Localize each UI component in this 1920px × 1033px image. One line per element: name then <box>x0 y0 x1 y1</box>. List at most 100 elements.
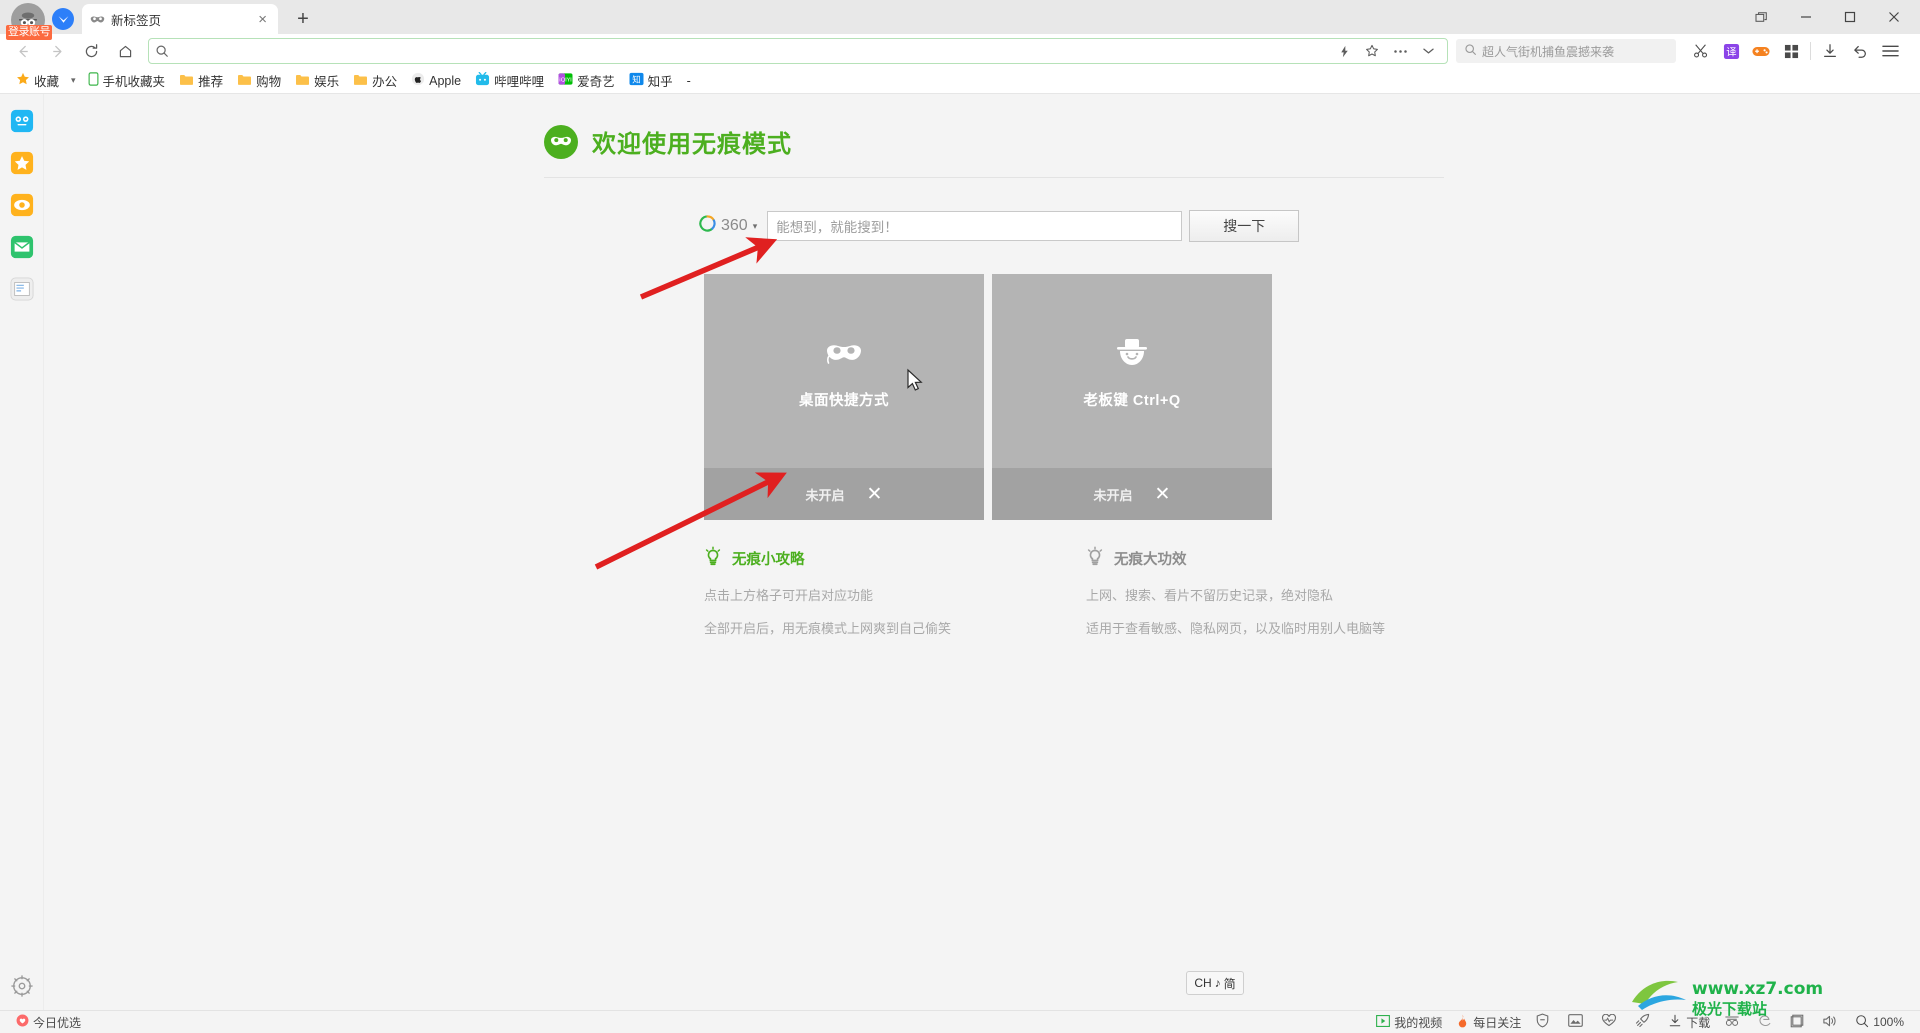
left-sidebar <box>0 94 44 1025</box>
bookmark-item-office[interactable]: 办公 <box>347 69 403 92</box>
status-incognito[interactable] <box>1718 1015 1750 1030</box>
close-icon[interactable]: ✕ <box>1155 483 1171 506</box>
new-tab-button[interactable]: + <box>290 7 316 31</box>
ime-note-icon: ♪ <box>1214 976 1221 990</box>
status-bar: 今日优选 我的视频 每日关注 下载 100% <box>0 1010 1920 1033</box>
status-daily-follow[interactable]: 每日关注 <box>1450 1014 1527 1031</box>
folder-icon <box>237 73 252 89</box>
menu-icon[interactable] <box>1875 38 1905 64</box>
bookmark-label: Apple <box>429 73 462 88</box>
bilibili-icon <box>475 71 490 89</box>
bookmark-label: 购物 <box>256 75 282 89</box>
download-icon[interactable] <box>1815 38 1845 64</box>
sidebar-item-settings[interactable] <box>7 971 37 1001</box>
status-label: 每日关注 <box>1473 1015 1522 1030</box>
game-icon[interactable] <box>1746 38 1776 64</box>
status-today-picks[interactable]: 今日优选 <box>10 1014 87 1031</box>
close-icon[interactable]: ✕ <box>867 483 883 506</box>
account-avatar-area[interactable]: 登录账号 <box>6 2 52 46</box>
address-bar[interactable] <box>148 38 1448 64</box>
sidebar-item-mail[interactable] <box>7 232 37 262</box>
translate-icon[interactable]: 译 <box>1716 38 1746 64</box>
bookmark-item-phone[interactable]: 手机收藏夹 <box>82 69 172 92</box>
undo-icon[interactable] <box>1845 38 1875 64</box>
sidebar-item-panda[interactable] <box>7 106 37 136</box>
toolbar-search-input[interactable]: 超人气街机捕鱼震撼来袭 <box>1482 43 1614 60</box>
tip-line: 适用于查看敏感、隐私网页，以及临时用别人电脑等 <box>1086 621 1386 636</box>
search-icon <box>155 44 169 58</box>
login-badge[interactable]: 登录账号 <box>6 25 52 40</box>
bookmark-item-recommend[interactable]: 推荐 <box>173 69 229 92</box>
sidebar-item-news[interactable] <box>7 274 37 304</box>
star-icon[interactable] <box>1359 40 1385 62</box>
status-label: 下载 <box>1686 1015 1711 1030</box>
ime-indicator[interactable]: CH ♪ 简 <box>1186 971 1244 995</box>
tip-line: 点击上方格子可开启对应功能 <box>704 588 874 603</box>
chevron-down-icon[interactable] <box>1415 40 1441 62</box>
status-window[interactable] <box>1784 1014 1814 1031</box>
status-volume[interactable] <box>1816 1014 1847 1031</box>
message-icon[interactable] <box>52 8 74 30</box>
window-controls <box>1740 0 1916 34</box>
bookmark-item-favorites[interactable]: 收藏 <box>10 69 65 92</box>
maximize-button[interactable] <box>1828 3 1872 31</box>
card-boss-key[interactable]: 老板键 Ctrl+Q 未开启 ✕ <box>992 274 1272 520</box>
card-footer: 未开启 ✕ <box>992 468 1272 520</box>
sidebar-item-view[interactable] <box>7 190 37 220</box>
image-icon <box>1568 1014 1584 1030</box>
apps-grid-icon[interactable] <box>1776 38 1806 64</box>
zhihu-icon: 知 <box>629 72 644 89</box>
status-heartbeat[interactable] <box>1595 1013 1627 1030</box>
status-zoom-level[interactable]: 100% <box>1849 1014 1910 1031</box>
search-engine-name: 360 <box>721 217 748 234</box>
close-button[interactable] <box>1872 3 1916 31</box>
bookmark-item-bilibili[interactable]: 哔哩哔哩 <box>469 69 550 92</box>
status-my-video[interactable]: 我的视频 <box>1370 1014 1448 1031</box>
lightning-icon[interactable] <box>1331 40 1357 62</box>
restore-down-icon[interactable] <box>1740 3 1784 31</box>
status-edge[interactable] <box>1752 1014 1782 1031</box>
bookmarks-caret-icon[interactable]: ▾ <box>67 73 80 88</box>
status-rocket[interactable] <box>1629 1013 1660 1031</box>
bookmark-item-shopping[interactable]: 购物 <box>231 69 287 92</box>
bookmark-item-zhihu[interactable]: 知 知乎 <box>623 69 679 92</box>
folder-icon <box>353 73 368 89</box>
bookmark-item-entertainment[interactable]: 娱乐 <box>289 69 345 92</box>
scissors-icon[interactable] <box>1686 38 1716 64</box>
browser-tab[interactable]: 新标签页 × <box>82 4 278 34</box>
card-desktop-shortcut[interactable]: 桌面快捷方式 未开启 ✕ <box>704 274 984 520</box>
reload-icon[interactable] <box>74 37 108 65</box>
search-button[interactable]: 搜一下 <box>1189 210 1300 242</box>
download-icon <box>1668 1014 1682 1031</box>
shield-icon <box>1535 1013 1550 1031</box>
toolbar-search-box[interactable]: 超人气街机捕鱼震撼来袭 <box>1456 39 1676 63</box>
folder-icon <box>295 73 310 89</box>
bookmark-label: 爱奇艺 <box>577 75 615 89</box>
bookmark-label: 推荐 <box>198 75 224 89</box>
bookmark-item-iqiyi[interactable]: iQIYI 爱奇艺 <box>552 69 621 92</box>
minimize-button[interactable] <box>1784 3 1828 31</box>
status-download[interactable]: 下载 <box>1662 1014 1716 1031</box>
bookmark-label: 哔哩哔哩 <box>494 75 545 89</box>
bookmark-label: 娱乐 <box>314 75 340 89</box>
status-shield[interactable] <box>1529 1013 1560 1031</box>
search-engine-selector[interactable]: 360 ▾ <box>699 215 757 237</box>
page-content: 欢迎使用无痕模式 360 ▾ 能想到，就能搜到！ 搜一下 桌面快捷方式 未开启 … <box>44 94 1920 1025</box>
toolbar-divider <box>1810 42 1811 60</box>
home-icon[interactable] <box>108 37 142 65</box>
status-label: 我的视频 <box>1394 1015 1443 1030</box>
bookmark-item-apple[interactable]: Apple <box>405 70 467 91</box>
tab-close-icon[interactable]: × <box>255 11 270 28</box>
iqiyi-icon: iQIYI <box>558 72 573 89</box>
folder-icon <box>179 73 194 89</box>
welcome-header: 欢迎使用无痕模式 <box>544 124 1444 177</box>
bookmark-label: 收藏 <box>34 75 60 89</box>
search-input[interactable]: 能想到，就能搜到！ <box>767 211 1183 241</box>
svg-text:译: 译 <box>1726 46 1737 58</box>
incognito-mask-icon <box>544 124 578 159</box>
status-image[interactable] <box>1562 1014 1593 1030</box>
more-dots-icon[interactable] <box>1387 40 1413 62</box>
bookmarks-overflow[interactable]: - <box>681 72 697 90</box>
chevron-down-icon[interactable]: ▾ <box>753 221 758 232</box>
sidebar-item-favorites[interactable] <box>7 148 37 178</box>
